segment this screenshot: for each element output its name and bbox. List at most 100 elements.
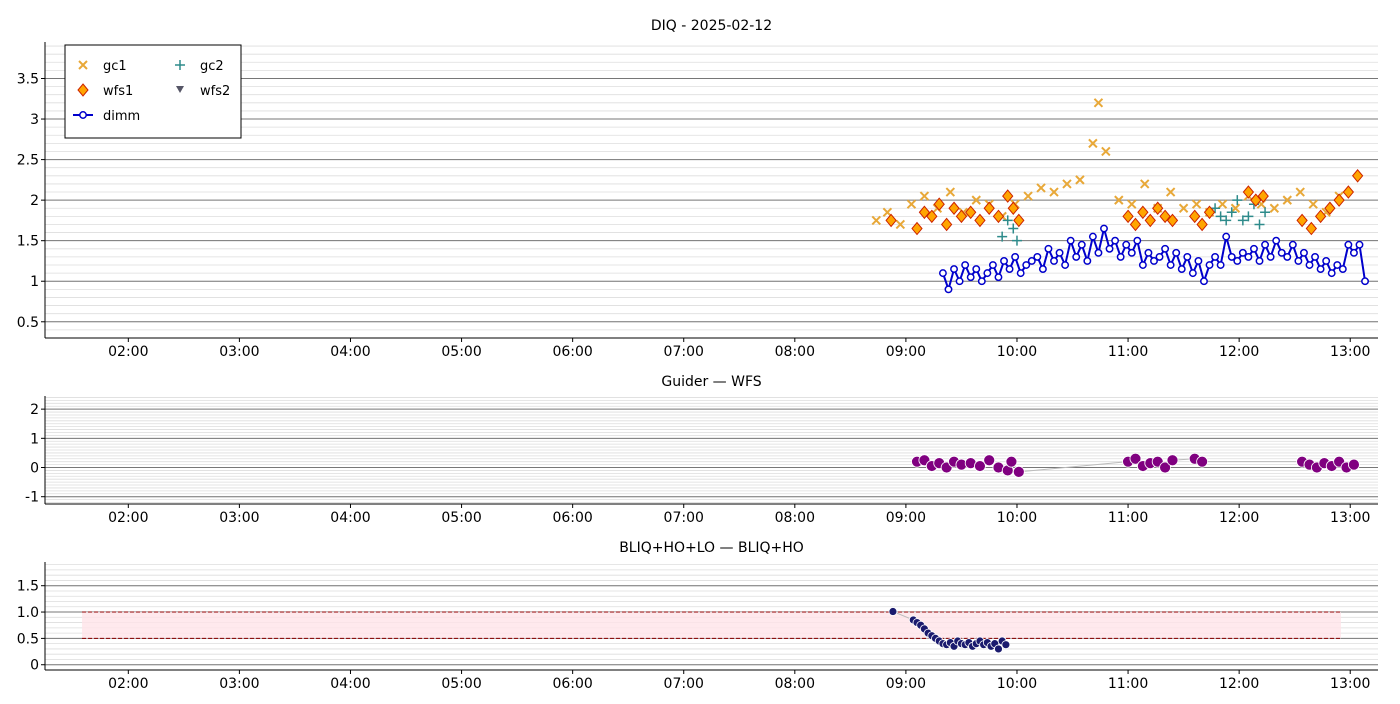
wfs1-point [1007, 201, 1019, 216]
dimm-point [1033, 252, 1042, 261]
x-tick-label: 08:00 [775, 676, 815, 692]
x-tick-label: 08:00 [775, 344, 815, 360]
dimm-point [1188, 269, 1197, 278]
figure-canvas: DIQ - 2025-02-12 0.5 1 1.5 2 2.5 3 3.5 02:00 03:0… [17, 18, 1378, 692]
gc2-point [1008, 223, 1019, 234]
wfs1-point [940, 217, 953, 232]
gc2-point [1254, 219, 1265, 230]
wfs1-point [1122, 209, 1134, 224]
x-tick-label: 03:00 [219, 676, 259, 692]
y-tick-label: 1.5 [17, 234, 39, 250]
dimm-point [1016, 269, 1025, 278]
dimm-point [1088, 232, 1097, 241]
wfs1-point [948, 201, 960, 216]
y-tick-label: -1 [25, 490, 39, 506]
x-tick-label: 03:00 [219, 510, 259, 526]
dimm-point [938, 269, 947, 278]
wfs1-point [1196, 217, 1208, 232]
dimm-point [1322, 257, 1331, 265]
y-tick-label: 0 [30, 658, 39, 674]
dimm-point [1172, 248, 1181, 257]
dimm-point [1349, 248, 1358, 257]
panel-1: DIQ - 2025-02-12 0.5 1 1.5 2 2.5 3 3.5 02:00 03:0… [17, 18, 1378, 360]
gc1-point [1036, 183, 1046, 193]
y-tick-label: 0.5 [17, 631, 39, 647]
legend-label: wfs2 [200, 84, 230, 99]
series-dimm [938, 224, 1369, 294]
dimm-point [1094, 248, 1103, 257]
dimm-point [1255, 257, 1264, 265]
x-tick-label: 09:00 [886, 510, 926, 526]
x-tick-label: 05:00 [441, 676, 481, 692]
dimm-point [1155, 252, 1164, 261]
x-tick-label: 05:00 [441, 510, 481, 526]
y-tick-label: 2 [30, 402, 39, 418]
wfs1-point [1351, 169, 1364, 183]
dimm-point [1083, 257, 1092, 265]
x-tick-label: 09:00 [886, 676, 926, 692]
dimm-point [1144, 248, 1153, 257]
series-gc1 [871, 98, 1344, 230]
data-point [1348, 458, 1360, 471]
gc1-point [906, 199, 917, 209]
x-tick-label: 02:00 [108, 510, 148, 526]
dimm-point [961, 261, 970, 269]
dimm-point [977, 277, 986, 286]
dimm-point [1183, 252, 1192, 261]
dimm-point [1061, 261, 1070, 269]
gc2-point [997, 231, 1008, 242]
gc2-point [1232, 195, 1243, 206]
dimm-point [1122, 240, 1131, 249]
dimm-point [1244, 252, 1253, 261]
dimm-point [1233, 257, 1242, 265]
gc1-point [919, 191, 930, 201]
panel-2: Guider — WFS -1 0 1 2 02:00 03:00 04:00 05:00 06:… [25, 374, 1378, 526]
gc1-point [1127, 199, 1137, 209]
panel-3: BLIQ+HO+LO — BLIQ+HO 0 0.5 1.0 1.5 02:00 03:00… [17, 540, 1378, 692]
wfs1-point [1189, 209, 1201, 224]
dimm-point [988, 261, 997, 269]
dimm-point [1361, 277, 1369, 286]
wfs1-point [1242, 185, 1255, 199]
dimm-point [1311, 252, 1320, 261]
legend-marker-dimm [79, 111, 87, 119]
dimm-point [1138, 261, 1147, 269]
grid-lines [45, 397, 1378, 503]
y-tick-label: 1.0 [17, 605, 39, 621]
dimm-point [1011, 252, 1020, 261]
x-tick-label: 11:00 [1108, 344, 1148, 360]
data-point [1005, 455, 1018, 468]
x-tick-label: 13:00 [1330, 344, 1370, 360]
y-tick-label: 1 [30, 274, 39, 290]
dimm-point [944, 285, 953, 294]
dimm-point [1077, 240, 1086, 249]
dimm-point [1066, 236, 1075, 245]
gc2-point [1260, 207, 1271, 218]
wfs1-point [1129, 217, 1142, 232]
x-tick-label: 11:00 [1108, 510, 1148, 526]
x-tick-label: 09:00 [886, 344, 926, 360]
dimm-point [1127, 248, 1136, 257]
dimm-point [1205, 261, 1214, 269]
dimm-point [1355, 240, 1364, 249]
dimm-point [1116, 252, 1125, 261]
dimm-point [1072, 252, 1081, 261]
x-tick-label: 03:00 [219, 344, 259, 360]
dimm-point [1216, 261, 1225, 269]
gc1-point [1191, 199, 1202, 209]
dimm-point [1177, 265, 1186, 274]
x-tick-label: 07:00 [664, 510, 704, 526]
dimm-point [1288, 240, 1297, 249]
x-tick-label: 04:00 [330, 344, 370, 360]
x-tick-label: 10:00 [997, 344, 1037, 360]
x-tick-label: 06:00 [552, 344, 592, 360]
data-point [983, 454, 996, 467]
x-tick-label: 11:00 [1108, 676, 1148, 692]
y-tick-label: 0.5 [17, 315, 39, 331]
dimm-point [1294, 257, 1303, 265]
x-tick-label: 02:00 [108, 344, 148, 360]
data-point [1196, 455, 1209, 468]
dimm-point [1316, 265, 1325, 274]
dimm-point [1261, 240, 1270, 249]
legend-label: wfs1 [103, 84, 133, 99]
